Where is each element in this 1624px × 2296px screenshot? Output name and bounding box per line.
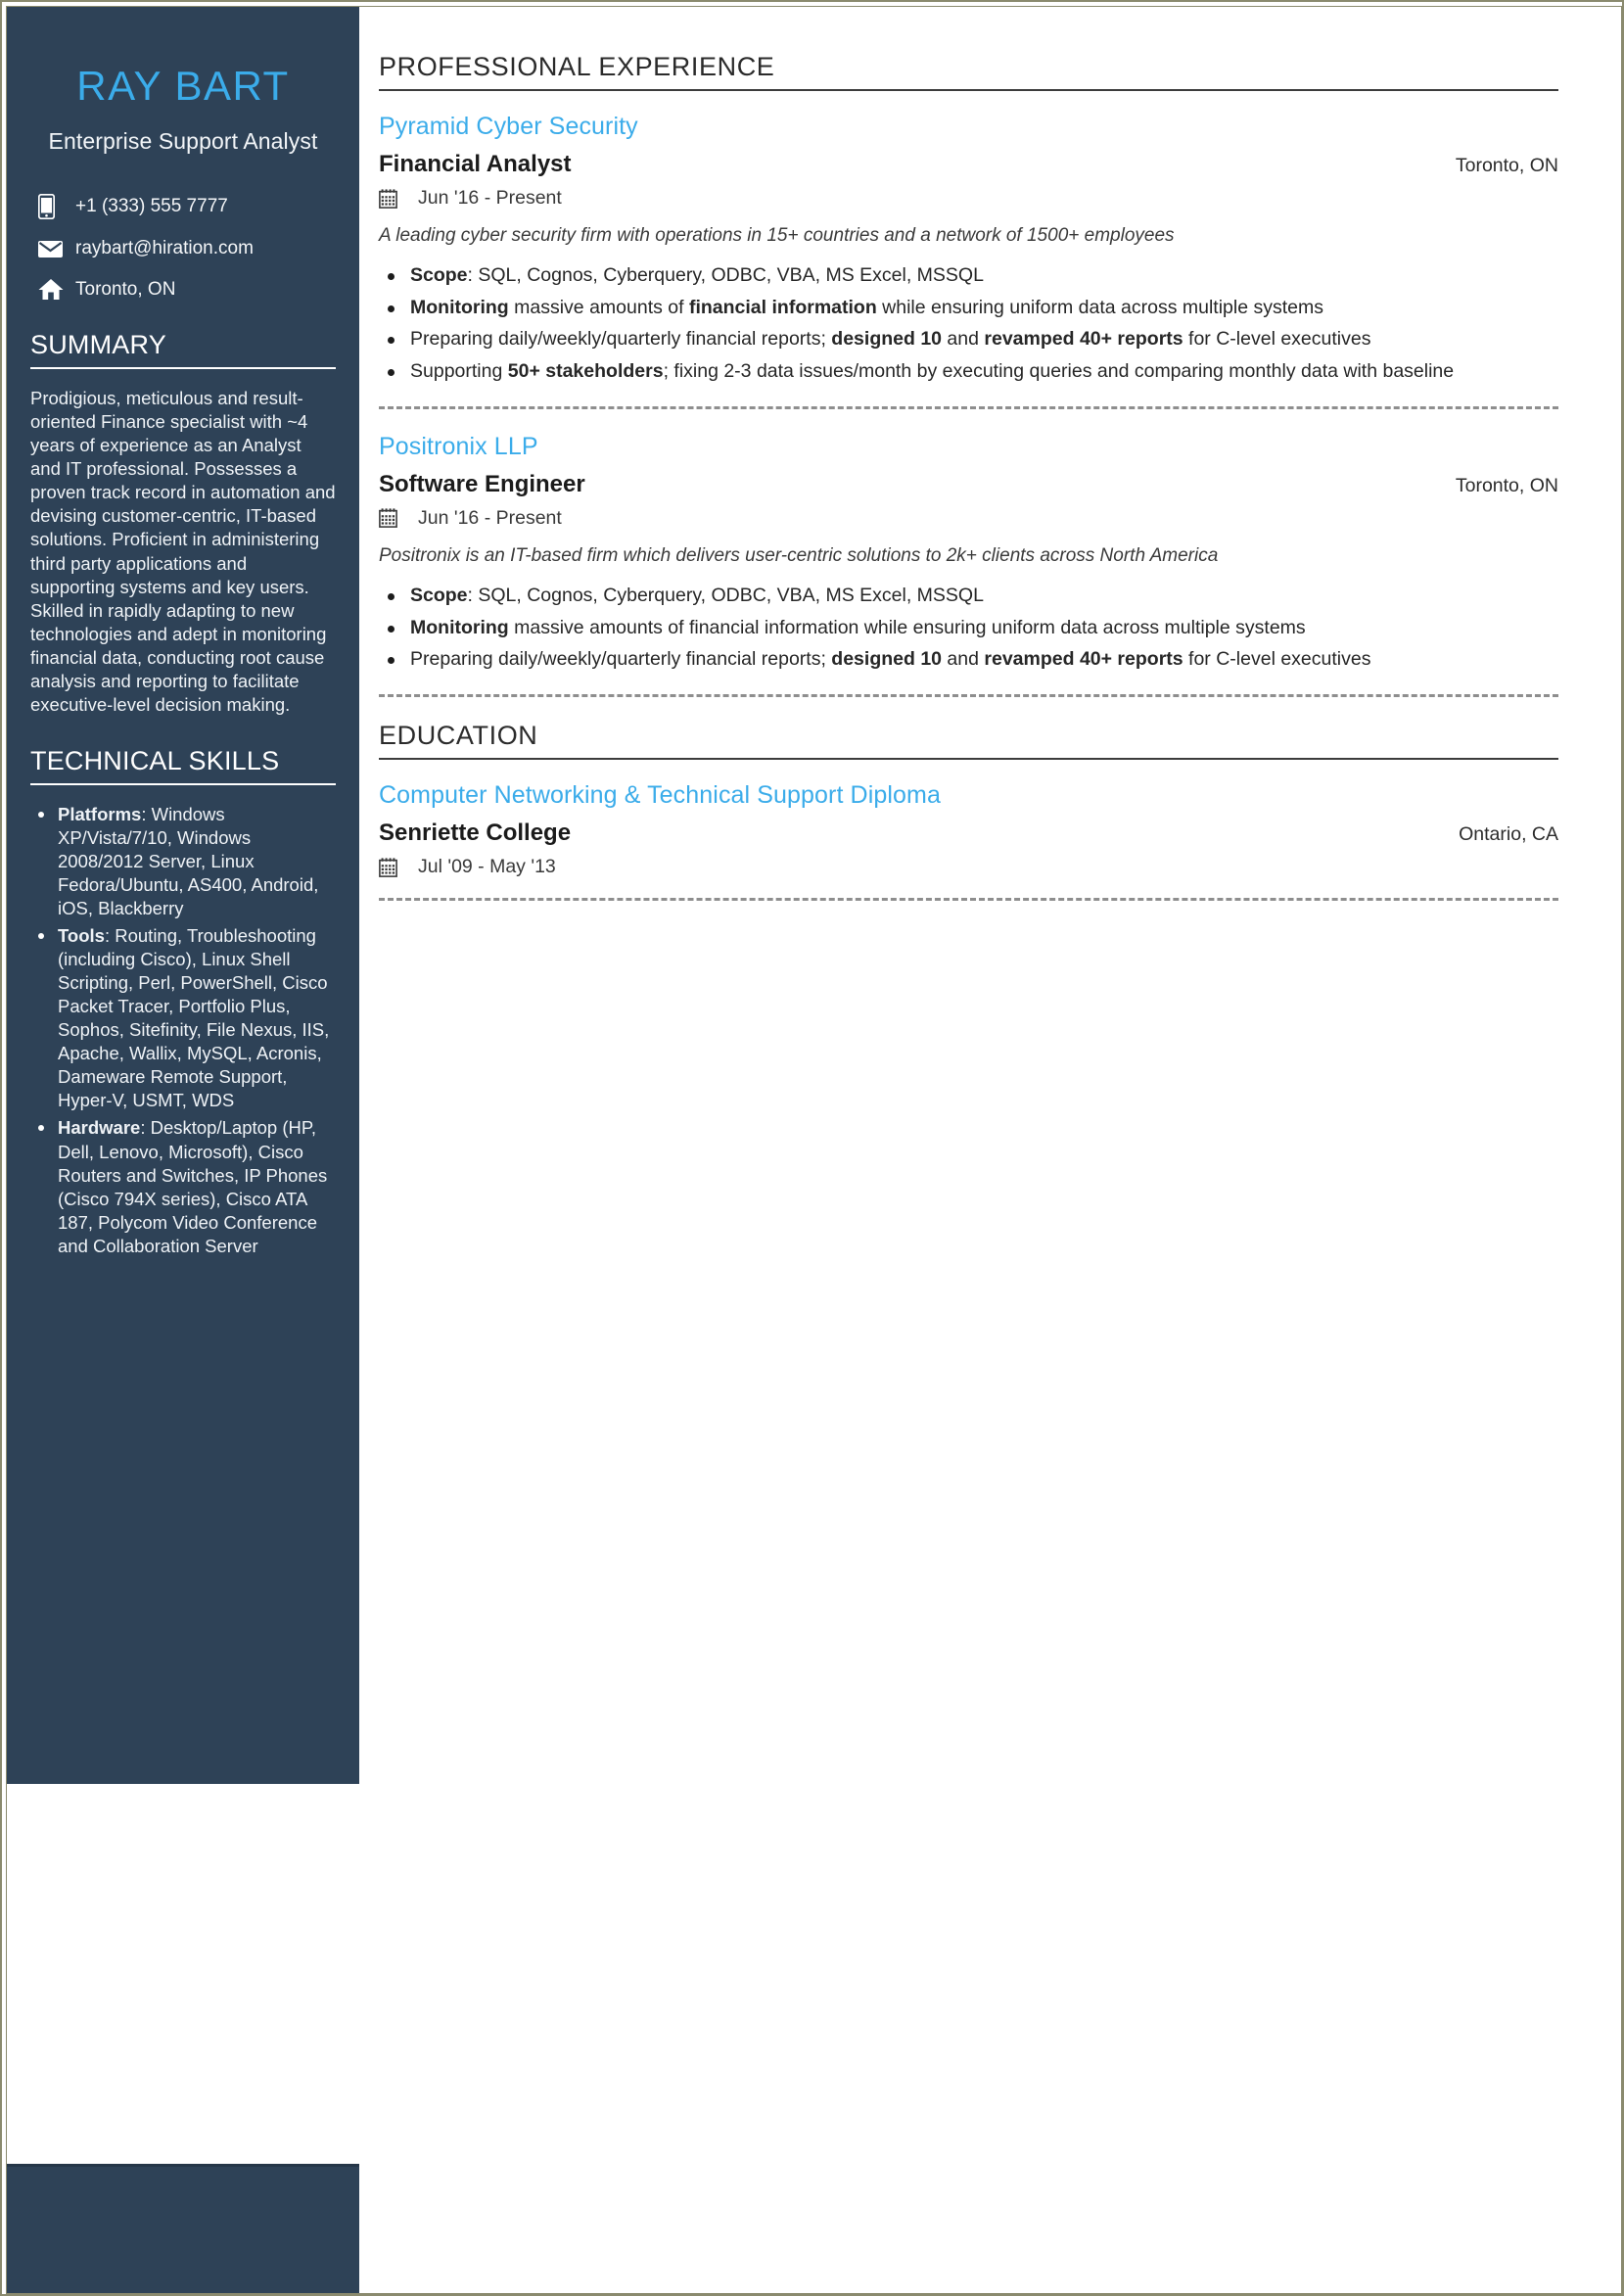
- job-bullet: Monitoring massive amounts of financial …: [379, 616, 1558, 641]
- section-dashed-separator: [379, 405, 1558, 409]
- contact-row-phone[interactable]: +1 (333) 555 7777: [38, 194, 336, 220]
- skill-value: : Routing, Troubleshooting (including Ci…: [58, 925, 330, 1111]
- bullet-emphasis: Scope: [410, 263, 468, 286]
- skill-item: Hardware: Desktop/Laptop (HP, Dell, Leno…: [30, 1116, 336, 1257]
- bullet-text: Supporting: [410, 360, 508, 383]
- job-title: Software Engineer: [379, 470, 585, 497]
- bullet-text: while ensuring uniform data across multi…: [876, 296, 1324, 318]
- job-bullet-list: Scope: SQL, Cognos, Cyberquery, ODBC, VB…: [379, 263, 1558, 385]
- page-inner-frame: RAY BART Enterprise Support Analyst +1 (…: [6, 6, 1622, 2294]
- role-location-row: Financial Analyst Toronto, ON: [379, 151, 1558, 178]
- candidate-name: RAY BART: [76, 63, 290, 109]
- bullet-text: ; fixing 2-3 data issues/month by execut…: [663, 360, 1455, 383]
- skills-section-title: TECHNICAL SKILLS: [30, 745, 280, 775]
- job-title: Financial Analyst: [379, 151, 572, 177]
- page-frame: RAY BART Enterprise Support Analyst +1 (…: [0, 0, 1624, 2296]
- phone-value: +1 (333) 555 7777: [75, 196, 228, 217]
- date-range-label: Jul '09 - May '13: [418, 856, 556, 878]
- phone-icon: [38, 194, 75, 220]
- calendar-icon: [379, 857, 418, 877]
- bullet-text: : SQL, Cognos, Cyberquery, ODBC, VBA, MS…: [467, 263, 984, 286]
- experience-entry: Pyramid Cyber Security Financial Analyst T…: [379, 113, 1558, 409]
- bullet-emphasis: designed 10: [831, 648, 943, 671]
- company-description: A leading cyber security firm with opera…: [379, 225, 1175, 246]
- sidebar-footer-bar: [7, 2164, 359, 2293]
- bullet-text: for C-level executives: [1183, 328, 1371, 351]
- date-range-label: Jun '16 - Present: [418, 187, 562, 209]
- bullet-text: Preparing daily/weekly/quarterly financi…: [410, 648, 832, 671]
- job-bullet: Scope: SQL, Cognos, Cyberquery, ODBC, VB…: [379, 584, 1558, 609]
- date-range-row: Jun '16 - Present: [379, 187, 1558, 210]
- experience-section-title: PROFESSIONAL EXPERIENCE: [379, 52, 775, 81]
- job-bullet-list: Scope: SQL, Cognos, Cyberquery, ODBC, VB…: [379, 584, 1558, 673]
- candidate-headline: Enterprise Support Analyst: [48, 128, 318, 155]
- location-label: Toronto, ON: [1455, 155, 1558, 176]
- email-value: raybart@hiration.com: [75, 238, 254, 259]
- bullet-text: massive amounts of: [508, 296, 689, 318]
- bullet-emphasis: Monitoring: [410, 296, 509, 318]
- skill-value: : Desktop/Laptop (HP, Dell, Lenovo, Micr…: [58, 1117, 328, 1256]
- experience-entry: Positronix LLP Software Engineer Toronto, …: [379, 432, 1558, 698]
- job-bullet: Scope: SQL, Cognos, Cyberquery, ODBC, VB…: [379, 263, 1558, 289]
- bullet-emphasis: revamped 40+ reports: [984, 648, 1183, 671]
- bullet-emphasis: designed 10: [831, 328, 943, 351]
- job-bullet: Preparing daily/weekly/quarterly financi…: [379, 647, 1558, 673]
- location-value: Toronto, ON: [75, 278, 176, 300]
- contact-row-email[interactable]: raybart@hiration.com: [38, 238, 336, 259]
- bullet-text: massive amounts of financial information…: [508, 616, 1306, 638]
- skill-item: Platforms: Windows XP/Vista/7/10, Window…: [30, 803, 336, 920]
- date-range-label: Jun '16 - Present: [418, 506, 562, 529]
- bullet-text: and: [942, 328, 985, 351]
- experience-list: Pyramid Cyber Security Financial Analyst T…: [379, 113, 1558, 698]
- bullet-emphasis: financial information: [688, 296, 877, 318]
- education-divider: [379, 758, 1558, 761]
- skill-label: Tools: [58, 925, 105, 947]
- skill-label: Platforms: [58, 803, 142, 824]
- calendar-icon: [379, 508, 418, 529]
- date-range-row: Jun '16 - Present: [379, 507, 1558, 530]
- summary-text: Prodigious, meticulous and result-orient…: [30, 388, 336, 715]
- contact-row-location[interactable]: Toronto, ON: [38, 278, 336, 301]
- job-bullet: Supporting 50+ stakeholders; fixing 2-3 …: [379, 359, 1558, 385]
- summary-divider: [30, 367, 336, 370]
- bullet-text: Preparing daily/weekly/quarterly financi…: [410, 328, 832, 351]
- education-list: Computer Networking & Technical Support …: [379, 781, 1558, 902]
- bullet-text: : SQL, Cognos, Cyberquery, ODBC, VBA, MS…: [467, 584, 984, 606]
- sidebar: RAY BART Enterprise Support Analyst +1 (…: [7, 7, 359, 1784]
- education-section-title: EDUCATION: [379, 721, 538, 751]
- email-icon: [38, 240, 75, 258]
- bullet-text: for C-level executives: [1183, 648, 1371, 671]
- role-location-row: Senriette College Ontario, CA: [379, 820, 1558, 847]
- skills-divider: [30, 782, 336, 785]
- bullet-emphasis: Scope: [410, 584, 468, 606]
- location-label: Ontario, CA: [1459, 823, 1558, 846]
- degree-name: Computer Networking & Technical Support …: [379, 781, 941, 810]
- calendar-icon: [379, 188, 418, 209]
- experience-divider: [379, 89, 1558, 91]
- date-range-row: Jul '09 - May '13: [379, 856, 1558, 878]
- skill-item: Tools: Routing, Troubleshooting (includi…: [30, 924, 336, 1112]
- bullet-emphasis: 50+ stakeholders: [507, 360, 664, 383]
- school-name: Senriette College: [379, 820, 572, 847]
- location-label: Toronto, ON: [1455, 474, 1558, 496]
- bullet-emphasis: Monitoring: [410, 616, 509, 638]
- resume-sheet: RAY BART Enterprise Support Analyst +1 (…: [7, 7, 1621, 2293]
- skill-label: Hardware: [58, 1117, 141, 1139]
- bullet-text: and: [942, 648, 985, 671]
- skills-list: Platforms: Windows XP/Vista/7/10, Window…: [30, 803, 336, 1258]
- education-entry: Computer Networking & Technical Support …: [379, 781, 1558, 902]
- company-name: Positronix LLP: [379, 432, 538, 460]
- company-description: Positronix is an IT-based firm which del…: [379, 544, 1219, 566]
- section-dashed-separator: [379, 694, 1558, 698]
- bullet-emphasis: revamped 40+ reports: [984, 328, 1183, 351]
- home-icon: [38, 278, 75, 301]
- company-name: Pyramid Cyber Security: [379, 113, 638, 140]
- job-bullet: Preparing daily/weekly/quarterly financi…: [379, 327, 1558, 352]
- summary-section-title: SUMMARY: [30, 330, 166, 360]
- main-column: PROFESSIONAL EXPERIENCE Pyramid Cyber Se…: [379, 7, 1617, 920]
- contact-list: +1 (333) 555 7777 raybart@hiration.com T…: [30, 194, 336, 301]
- job-bullet: Monitoring massive amounts of financial …: [379, 296, 1558, 321]
- section-dashed-separator: [379, 898, 1558, 902]
- role-location-row: Software Engineer Toronto, ON: [379, 471, 1558, 498]
